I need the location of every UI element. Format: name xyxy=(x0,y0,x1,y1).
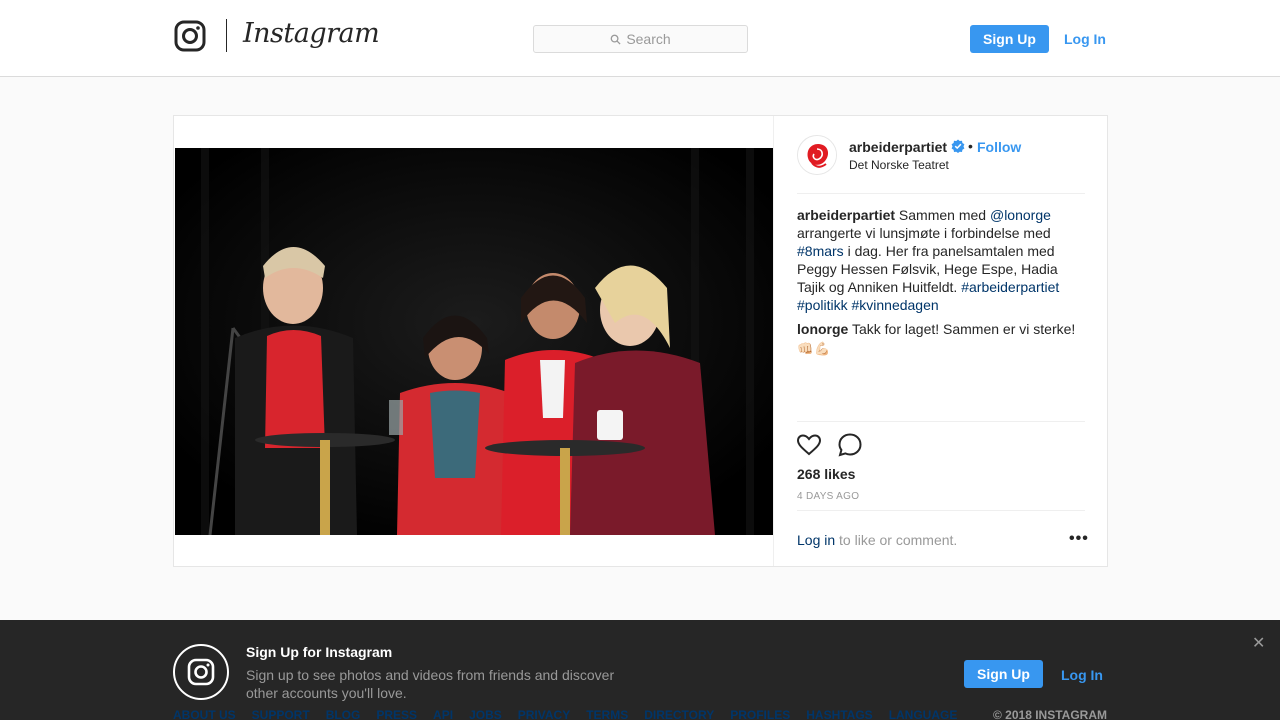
footer-link-directory[interactable]: DIRECTORY xyxy=(644,708,714,720)
banner-logo xyxy=(173,644,229,700)
hashtag-link[interactable]: #8mars xyxy=(797,243,844,259)
more-options-icon[interactable]: ••• xyxy=(1069,530,1088,547)
rose-logo-icon xyxy=(798,136,836,174)
caption-text: Sammen med xyxy=(895,207,990,223)
search-icon xyxy=(610,34,621,45)
footer-link-terms[interactable]: TERMS xyxy=(586,708,628,720)
footer-link-press[interactable]: PRESS xyxy=(376,708,417,720)
search-placeholder: Search xyxy=(626,31,671,47)
footer-link-hashtags[interactable]: HASHTAGS xyxy=(806,708,872,720)
login-link[interactable]: Log In xyxy=(1064,31,1106,47)
comment-author[interactable]: lonorge xyxy=(797,321,848,337)
search-input[interactable]: Search xyxy=(533,25,748,53)
login-prompt-text: to like or comment. xyxy=(835,532,958,548)
divider xyxy=(797,421,1085,422)
close-icon[interactable]: ✕ xyxy=(1252,636,1266,652)
login-prompt: Log in to like or comment. xyxy=(797,532,957,548)
follow-button[interactable]: Follow xyxy=(977,139,1021,155)
footer-link-blog[interactable]: BLOG xyxy=(326,708,361,720)
avatar[interactable] xyxy=(797,135,837,175)
footer-link-privacy[interactable]: PRIVACY xyxy=(518,708,570,720)
post-location[interactable]: Det Norske Teatret xyxy=(849,158,949,172)
logo-divider xyxy=(226,19,227,52)
hashtag-link[interactable]: #arbeiderpartiet xyxy=(961,279,1059,295)
signup-banner: Sign Up for Instagram Sign up to see pho… xyxy=(0,620,1280,720)
banner-login-link[interactable]: Log In xyxy=(1061,667,1103,683)
footer-link-api[interactable]: API xyxy=(433,708,453,720)
comment-text: Takk for laget! Sammen er vi sterke! xyxy=(848,321,1076,337)
instagram-camera-icon[interactable] xyxy=(174,20,206,52)
post-photo-image xyxy=(175,148,773,535)
footer-link-support[interactable]: SUPPORT xyxy=(252,708,310,720)
post-photo[interactable] xyxy=(175,148,773,535)
footer-link-about[interactable]: ABOUT US xyxy=(173,708,236,720)
caption-text: arrangerte vi lunsjmøte i forbindelse me… xyxy=(797,225,1051,241)
banner-subtitle: Sign up to see photos and videos from fr… xyxy=(246,667,615,701)
separator-dot: • xyxy=(968,138,973,154)
post-card: arbeiderpartiet • Follow Det Norske Teat… xyxy=(173,115,1108,567)
instagram-wordmark[interactable]: Instagram xyxy=(243,18,380,49)
hashtag-link[interactable]: #kvinnedagen xyxy=(851,297,938,313)
comment-icon[interactable] xyxy=(837,432,863,458)
copyright: © 2018 INSTAGRAM xyxy=(993,708,1107,720)
post-sidebar: arbeiderpartiet • Follow Det Norske Teat… xyxy=(773,116,1108,566)
likes-count[interactable]: 268 likes xyxy=(797,466,855,482)
divider xyxy=(797,510,1085,511)
footer-links: ABOUT US SUPPORT BLOG PRESS API JOBS PRI… xyxy=(173,708,957,720)
footer-link-jobs[interactable]: JOBS xyxy=(469,708,502,720)
top-navigation-bar: Instagram Search Sign Up Log In xyxy=(0,0,1280,77)
banner-title: Sign Up for Instagram xyxy=(246,644,393,660)
heart-icon[interactable] xyxy=(796,432,822,458)
verified-badge-icon xyxy=(951,139,965,153)
comment: lonorge Takk for laget! Sammen er vi ste… xyxy=(797,320,1082,338)
mention-link[interactable]: @lonorge xyxy=(990,207,1051,223)
login-prompt-link[interactable]: Log in xyxy=(797,532,835,548)
divider xyxy=(797,193,1085,194)
instagram-camera-icon xyxy=(187,658,215,686)
post-username[interactable]: arbeiderpartiet xyxy=(849,139,947,155)
comment-emojis: 👊🏻💪🏻 xyxy=(797,341,832,356)
post-caption: arbeiderpartiet Sammen med @lonorge arra… xyxy=(797,206,1082,314)
caption-author[interactable]: arbeiderpartiet xyxy=(797,207,895,223)
footer-link-profiles[interactable]: PROFILES xyxy=(730,708,790,720)
signup-button[interactable]: Sign Up xyxy=(970,25,1049,53)
post-timestamp[interactable]: 4 DAYS AGO xyxy=(797,491,859,502)
banner-signup-button[interactable]: Sign Up xyxy=(964,660,1043,688)
hashtag-link[interactable]: #politikk xyxy=(797,297,848,313)
footer-link-language[interactable]: LANGUAGE xyxy=(889,708,958,720)
